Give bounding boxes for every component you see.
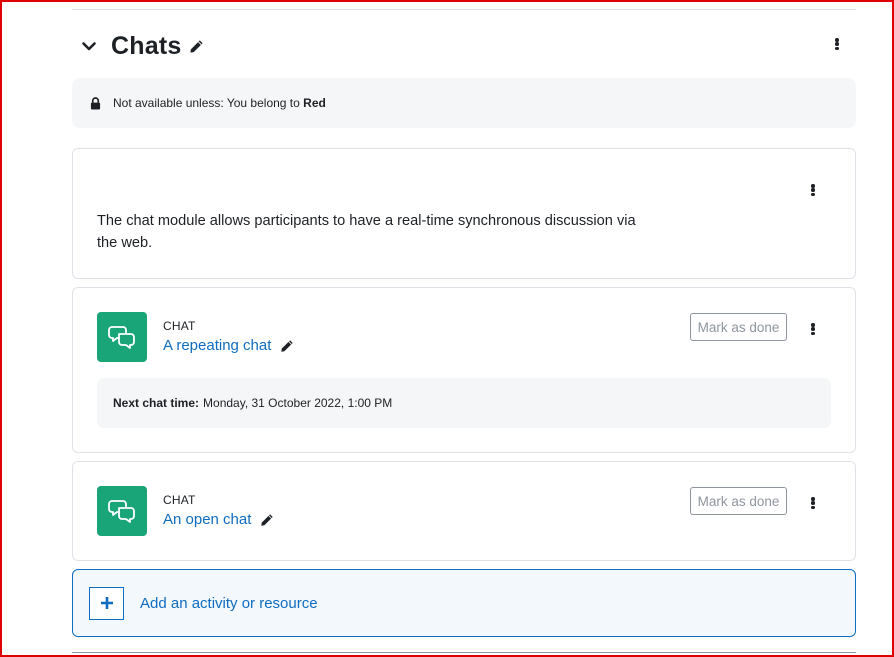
availability-restriction: Not available unless: You belong to Red bbox=[72, 78, 856, 128]
activity-name[interactable]: An open chat bbox=[163, 511, 251, 528]
activity-link[interactable]: A repeating chat bbox=[163, 337, 294, 354]
add-activity-label[interactable]: Add an activity or resource bbox=[140, 595, 318, 612]
activity-name[interactable]: A repeating chat bbox=[163, 337, 271, 354]
section-title[interactable]: Chats bbox=[111, 32, 181, 61]
date-label: Next chat time: bbox=[113, 396, 200, 410]
activity-menu-icon[interactable] bbox=[808, 319, 818, 339]
plus-icon[interactable] bbox=[89, 586, 124, 620]
restriction-group: Red bbox=[303, 96, 326, 110]
section-header: Chats bbox=[80, 30, 204, 62]
activity-type: CHAT bbox=[163, 493, 196, 507]
pencil-icon[interactable] bbox=[189, 39, 204, 54]
mark-as-done-button[interactable]: Mark as done bbox=[690, 487, 787, 515]
activity-dates: Next chat time: Monday, 31 October 2022,… bbox=[97, 378, 831, 428]
pencil-icon[interactable] bbox=[280, 339, 294, 353]
activity-link[interactable]: An open chat bbox=[163, 511, 274, 528]
activity-menu-icon[interactable] bbox=[808, 493, 818, 513]
section-summary-card: The chat module allows participants to h… bbox=[72, 148, 856, 279]
section-summary: The chat module allows participants to h… bbox=[97, 213, 636, 251]
chevron-down-icon[interactable] bbox=[80, 37, 98, 55]
pencil-icon[interactable] bbox=[260, 513, 274, 527]
mark-as-done-button[interactable]: Mark as done bbox=[690, 313, 787, 341]
lock-icon bbox=[90, 96, 101, 110]
date-value: Monday, 31 October 2022, 1:00 PM bbox=[203, 396, 393, 410]
activity-card: CHAT An open chat Mark as done bbox=[72, 461, 856, 561]
restriction-text: Not available unless: You belong to bbox=[113, 96, 300, 110]
chat-bubbles-icon[interactable] bbox=[97, 486, 147, 536]
activity-card: CHAT A repeating chat Mark as done Next … bbox=[72, 287, 856, 453]
section-divider bbox=[72, 652, 856, 653]
section-menu-icon[interactable] bbox=[832, 34, 842, 54]
add-activity-button[interactable]: Add an activity or resource bbox=[72, 569, 856, 637]
chat-bubbles-icon[interactable] bbox=[97, 312, 147, 362]
section-divider bbox=[72, 9, 856, 10]
summary-menu-icon[interactable] bbox=[808, 180, 818, 200]
activity-type: CHAT bbox=[163, 319, 196, 333]
